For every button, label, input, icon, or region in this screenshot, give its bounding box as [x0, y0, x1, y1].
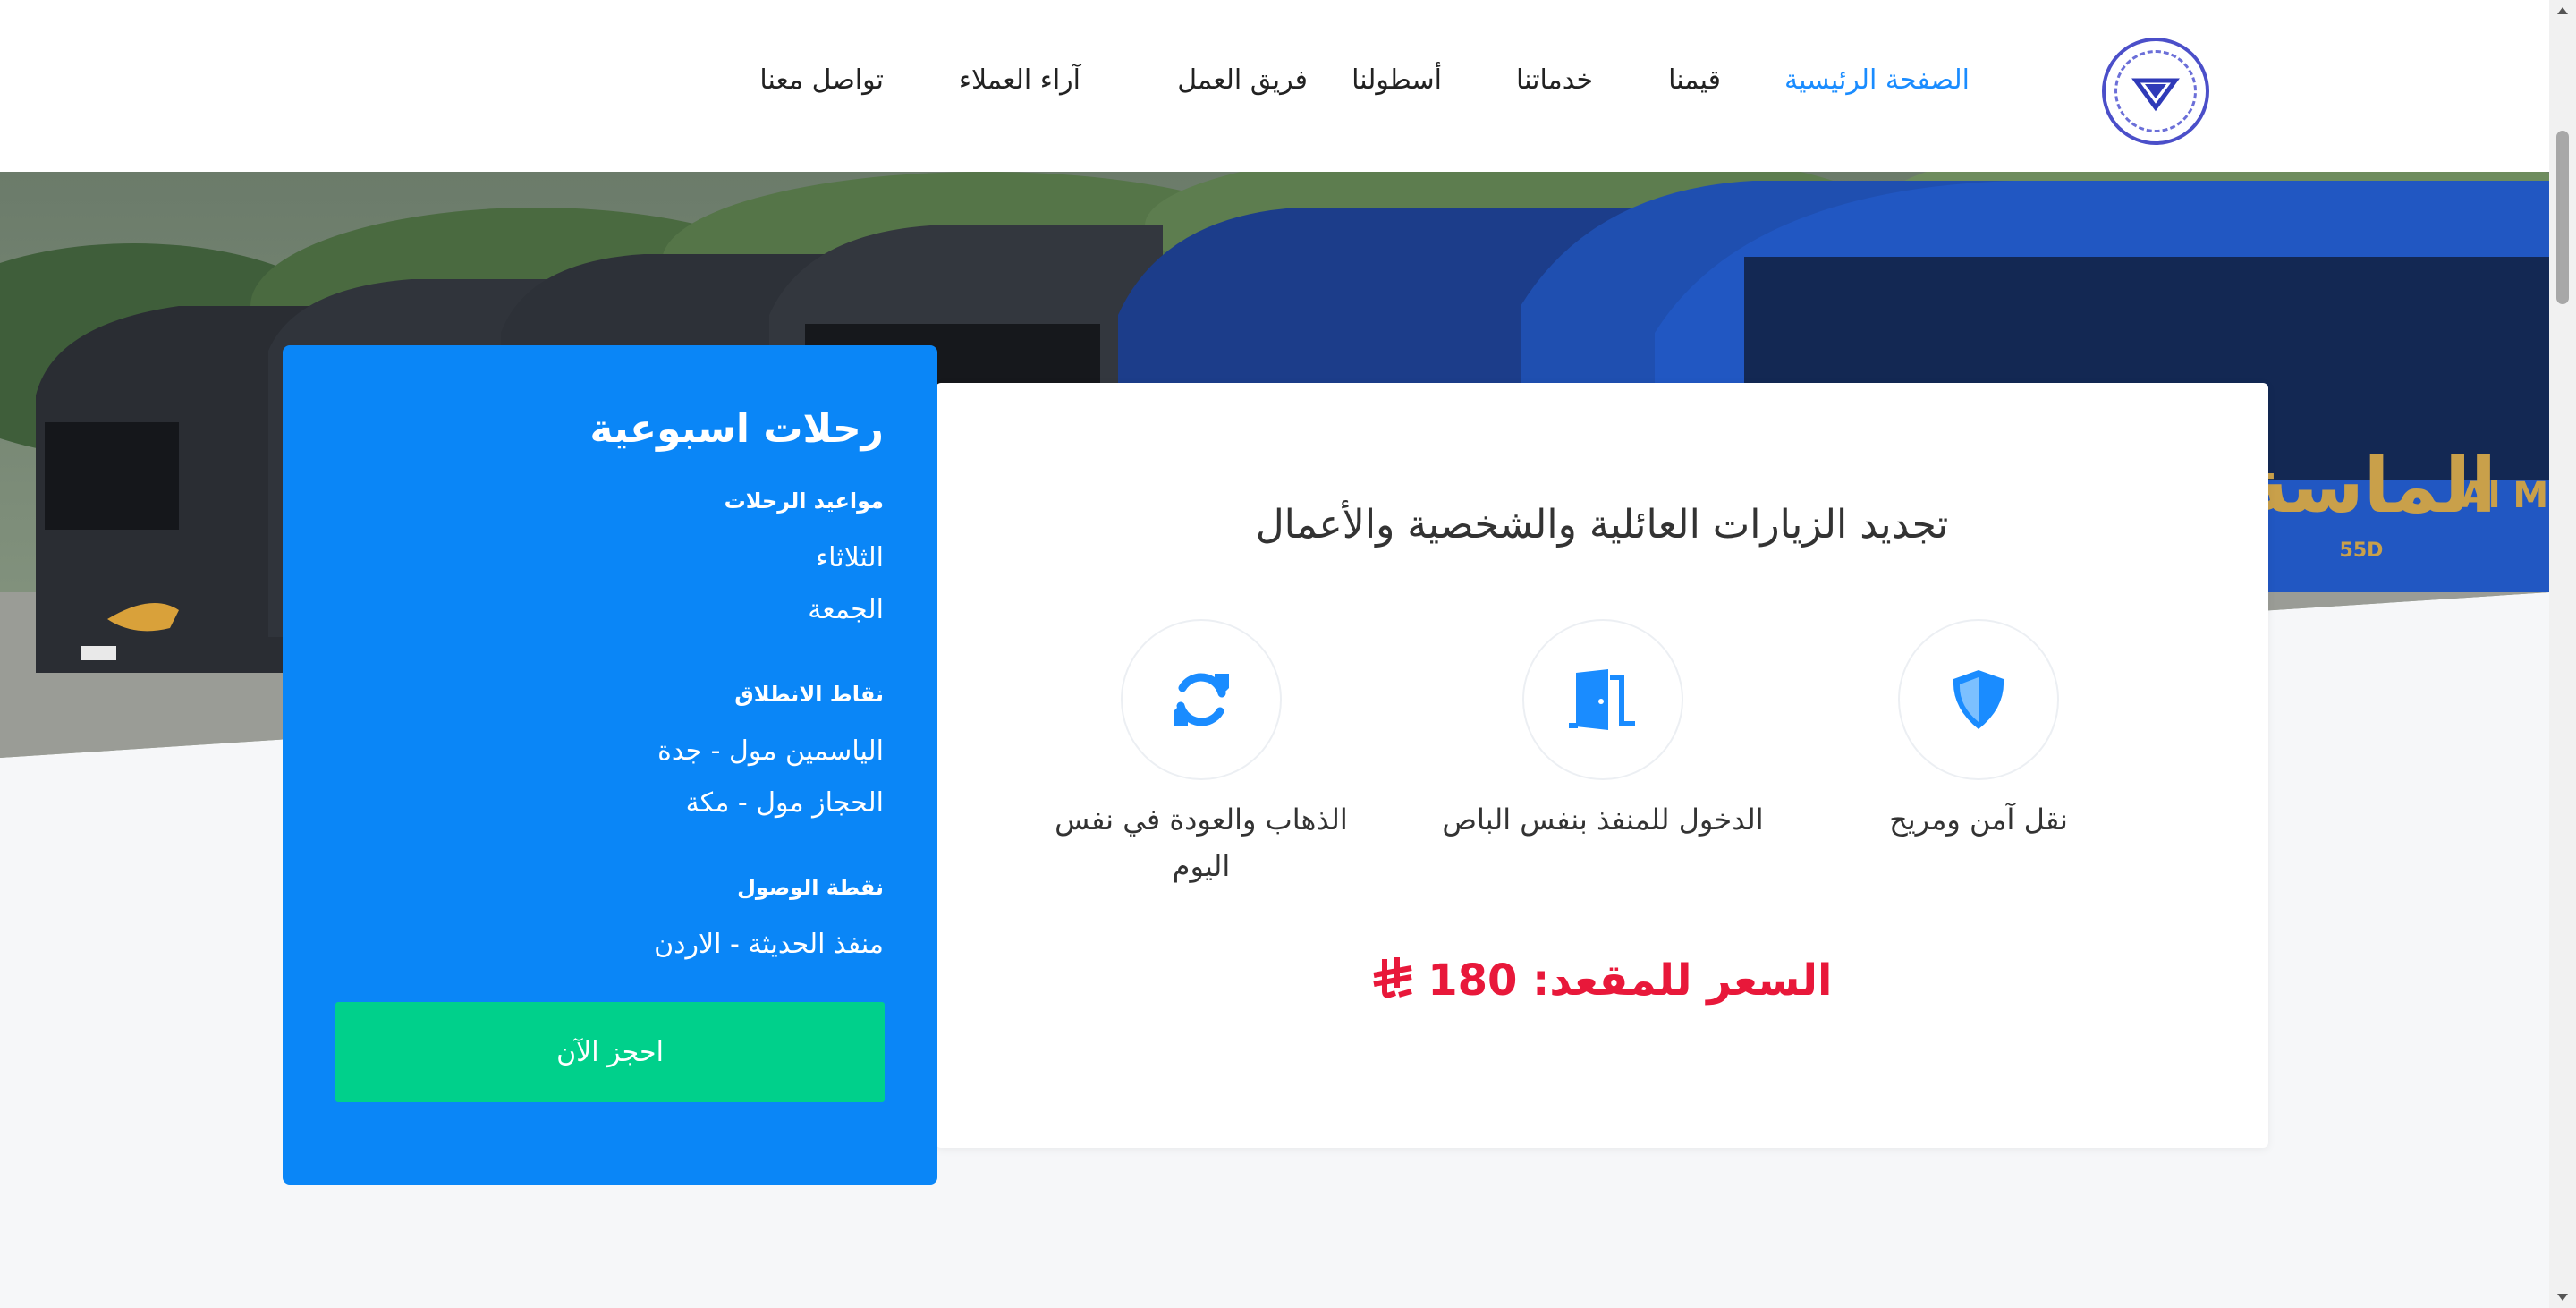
- schedule-day-2: الجمعة: [808, 594, 884, 625]
- scroll-down-arrow-icon[interactable]: [2557, 1294, 2568, 1301]
- price-line: السعر للمقعد: 180: [936, 956, 2268, 1011]
- feature-label: الدخول للمنفذ بنفس الباص: [1442, 803, 1764, 837]
- feature-safe-transport: نقل آمن ومريح: [1809, 619, 2148, 843]
- card-title: تجديد الزيارات العائلية والشخصية والأعما…: [1255, 502, 1949, 548]
- feature-circle: [1898, 619, 2059, 780]
- schedule-label: مواعيد الرحلات: [724, 488, 884, 514]
- page-scrollbar[interactable]: [2549, 0, 2576, 1308]
- feature-border-entry: الدخول للمنفذ بنفس الباص: [1433, 619, 1773, 843]
- feature-label: الذهاب والعودة في نفس اليوم: [1055, 803, 1348, 883]
- feature-round-trip: الذهاب والعودة في نفس اليوم: [1031, 619, 1371, 889]
- nav-testimonials[interactable]: آراء العملاء: [959, 64, 1080, 96]
- weekly-trips-panel: رحلات اسبوعية مواعيد الرحلات الثلاثاء ال…: [283, 345, 937, 1185]
- bus-brand-latin-text: Al M: [2461, 475, 2548, 516]
- top-navbar: الصفحة الرئيسية قيمنا خدماتنا أسطولنا فر…: [0, 0, 2549, 172]
- departure-point-2: الحجاز مول - مكة: [685, 787, 884, 819]
- feature-circle: [1121, 619, 1282, 780]
- door-icon: [1569, 669, 1635, 730]
- arrival-point: منفذ الحديثة - الاردن: [654, 929, 884, 960]
- riyal-icon: [1372, 956, 1413, 1011]
- nav-fleet[interactable]: أسطولنا: [1352, 64, 1442, 96]
- panel-title: رحلات اسبوعية: [589, 406, 884, 452]
- price-label: السعر للمقعد:: [1532, 956, 1833, 1006]
- nav-contact[interactable]: تواصل معنا: [759, 64, 884, 96]
- diamond-logo-icon: [2114, 50, 2197, 132]
- brand-logo[interactable]: [2102, 38, 2209, 145]
- nav-team[interactable]: فريق العمل: [1177, 64, 1308, 96]
- schedule-day-1: الثلاثاء: [815, 542, 884, 573]
- departure-point-1: الياسمين مول - جدة: [657, 735, 884, 767]
- bus-code-text: 55D: [2340, 539, 2384, 562]
- feature-circle: [1522, 619, 1683, 780]
- arrival-label: نقطة الوصول: [737, 875, 884, 900]
- price-value: 180: [1428, 956, 1518, 1006]
- feature-label: نقل آمن ومريح: [1889, 803, 2068, 837]
- sync-icon: [1174, 673, 1229, 726]
- departure-label: نقاط الانطلاق: [734, 682, 884, 707]
- scroll-up-arrow-icon[interactable]: [2557, 7, 2568, 14]
- nav-values[interactable]: قيمنا: [1668, 64, 1721, 96]
- service-card: تجديد الزيارات العائلية والشخصية والأعما…: [936, 383, 2268, 1148]
- nav-home[interactable]: الصفحة الرئيسية: [1784, 64, 1970, 96]
- book-now-button[interactable]: احجز الآن: [335, 1002, 885, 1102]
- bus-brand-text: الماسة: [2244, 442, 2496, 530]
- shield-icon: [1953, 670, 2004, 729]
- nav-services[interactable]: خدماتنا: [1516, 64, 1593, 96]
- scrollbar-thumb[interactable]: [2556, 131, 2569, 304]
